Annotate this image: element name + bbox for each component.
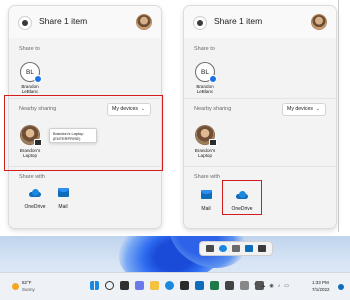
- cloud-icon[interactable]: ☁: [260, 283, 265, 289]
- search-icon[interactable]: [105, 281, 114, 290]
- volume-icon[interactable]: ♪: [278, 283, 281, 289]
- contact-name-line2: LeBlanc: [196, 89, 214, 94]
- highlight-nearby-sharing: [4, 95, 163, 171]
- nearby-sharing-label: Nearby sharing: [194, 106, 232, 112]
- nearby-devices-dropdown[interactable]: My devices ⌄: [282, 103, 326, 116]
- chevron-down-icon: ⌄: [315, 106, 320, 112]
- taskbar-apps: [90, 281, 264, 290]
- color-icon[interactable]: [218, 245, 227, 252]
- file-explorer-icon[interactable]: [150, 281, 159, 290]
- app-icon: [194, 17, 206, 29]
- app-icon[interactable]: [225, 281, 234, 290]
- mail-icon: [57, 188, 69, 198]
- weather-condition[interactable]: Sunny: [22, 287, 35, 292]
- share-to-label: Share to: [194, 46, 215, 52]
- notification-badge[interactable]: [338, 284, 344, 290]
- sun-icon[interactable]: [12, 283, 19, 290]
- onedrive-icon: [29, 188, 41, 198]
- weather-temperature[interactable]: 82°F: [22, 280, 32, 285]
- chevron-up-icon[interactable]: ^: [254, 283, 256, 289]
- share-with-label: Share with: [19, 174, 45, 180]
- wifi-icon[interactable]: ◉: [269, 283, 273, 289]
- divider: [184, 166, 336, 167]
- display-icon[interactable]: [258, 245, 267, 252]
- desktop: 82°F Sunny ^ ☁ ◉ ♪ ▭ 1:33 PM 7/1/2022: [0, 236, 350, 300]
- highlight-onedrive: [222, 180, 262, 215]
- store-icon[interactable]: [180, 281, 189, 290]
- edge-icon[interactable]: [165, 281, 174, 290]
- dialog-title: Share 1 item: [214, 16, 263, 26]
- nearby-device-laptop[interactable]: [196, 126, 217, 146]
- clock-date[interactable]: 7/1/2022: [312, 287, 330, 292]
- chat-icon[interactable]: [135, 281, 144, 290]
- share-app-label: Mail: [201, 206, 211, 212]
- laptop-icon: [209, 139, 217, 146]
- contact-avatar[interactable]: BL: [196, 63, 217, 83]
- contact-avatar[interactable]: BL: [21, 63, 42, 83]
- start-icon[interactable]: [90, 281, 99, 290]
- share-with-label: Share with: [194, 174, 220, 180]
- onedrive-icon[interactable]: [245, 245, 254, 252]
- dialog-title: Share 1 item: [39, 16, 88, 26]
- share-app-label: Mail: [58, 204, 68, 210]
- device-name-line2: Laptop: [197, 153, 213, 158]
- share-to-label: Share to: [19, 46, 40, 52]
- dropdown-value: My devices: [287, 106, 313, 112]
- dialog-title-bar: Share 1 item: [9, 6, 161, 38]
- contact-app-badge-icon: [34, 75, 42, 83]
- mail-icon[interactable]: [195, 281, 204, 290]
- account-avatar[interactable]: [312, 15, 326, 29]
- task-view-icon[interactable]: [120, 281, 129, 290]
- share-app-label: OneDrive: [24, 204, 46, 210]
- contact-initials: BL: [26, 68, 34, 76]
- settings-icon[interactable]: [240, 281, 249, 290]
- camera-icon[interactable]: [205, 245, 214, 252]
- app-icon: [19, 17, 31, 29]
- system-tray: ^ ☁ ◉ ♪ ▭: [254, 283, 289, 289]
- battery-icon[interactable]: ▭: [284, 283, 289, 289]
- account-avatar[interactable]: [137, 15, 151, 29]
- clock-time[interactable]: 1:33 PM: [312, 280, 329, 285]
- network-icon[interactable]: [231, 245, 240, 252]
- tray-overflow-flyout: [200, 242, 272, 255]
- contact-app-badge-icon: [209, 75, 217, 83]
- mail-icon: [200, 190, 212, 200]
- contact-name-line2: LeBlanc: [21, 89, 39, 94]
- contact-initials: BL: [201, 68, 209, 76]
- taskbar: 82°F Sunny ^ ☁ ◉ ♪ ▭ 1:33 PM 7/1/2022: [0, 272, 350, 300]
- app-icon[interactable]: [210, 281, 219, 290]
- divider: [184, 98, 336, 99]
- dialog-title-bar: Share 1 item: [184, 6, 336, 38]
- frame-edge: [338, 0, 339, 232]
